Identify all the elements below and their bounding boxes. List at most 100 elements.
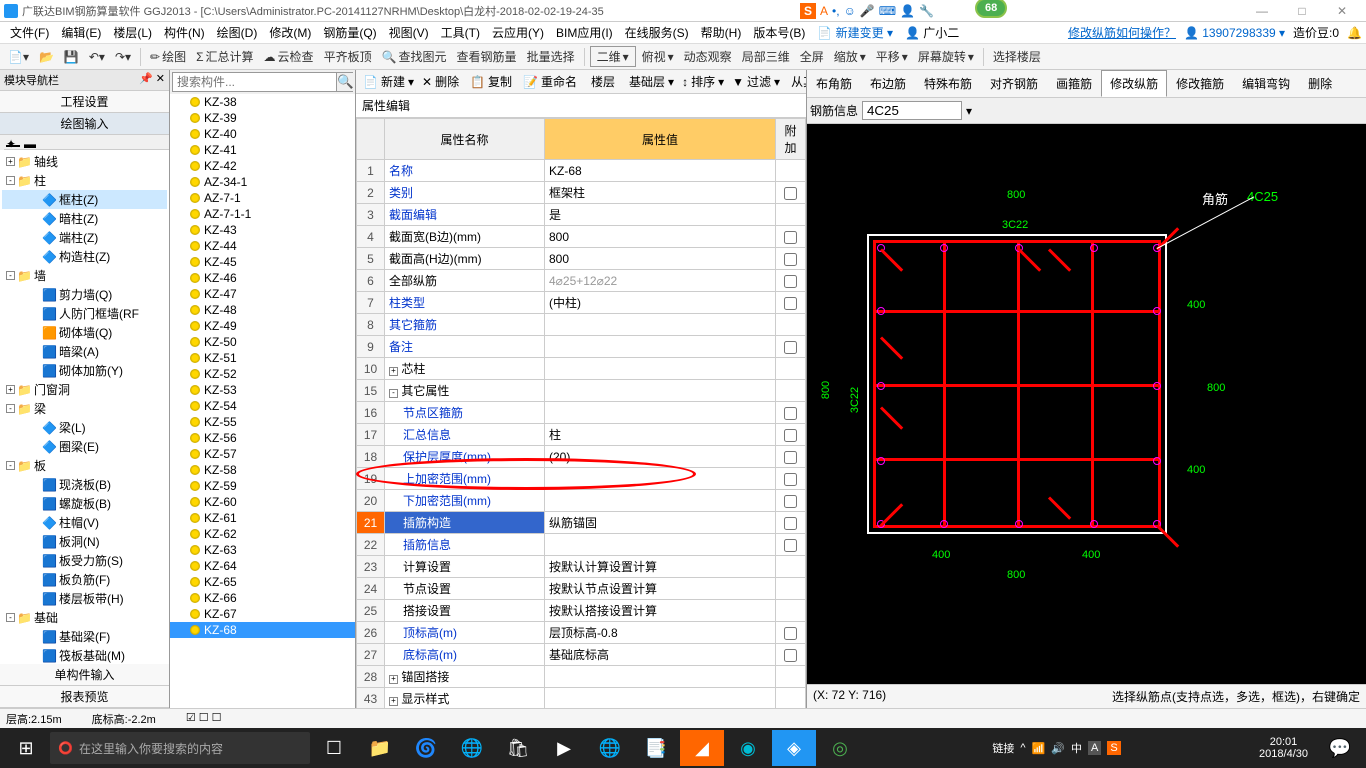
tb-bird[interactable]: 俯视 ▾ [638,46,678,67]
kz-item[interactable]: KZ-67 [170,606,355,622]
tb-batch[interactable]: 批量选择 [523,46,579,67]
tree-ring-beam[interactable]: 🔷 圈梁(E) [2,437,167,456]
tb-app1[interactable]: 🌀 [404,730,448,766]
tb-3d[interactable]: 局部三维 [738,46,794,67]
report-tab[interactable]: 报表预览 [0,686,169,708]
tb-flat[interactable]: 平齐板顶 [320,46,376,67]
tb-ie[interactable]: 🌐 [588,730,632,766]
tree-frame-col[interactable]: 🔷 框柱(Z) [2,190,167,209]
prop-val[interactable] [545,402,776,424]
tree-door[interactable]: +📁 门窗洞 [2,380,167,399]
menu-bim[interactable]: BIM应用(I) [550,24,619,41]
tb-app7[interactable]: ◎ [818,730,862,766]
prop-attach[interactable] [776,270,806,292]
prop-attach[interactable] [776,358,806,380]
search-input[interactable] [173,73,336,91]
kz-item[interactable]: KZ-65 [170,574,355,590]
kz-list[interactable]: KZ-38KZ-39KZ-40KZ-41KZ-42AZ-34-1AZ-7-1AZ… [170,94,355,708]
tree-dark-beam[interactable]: 🟦 暗梁(A) [2,342,167,361]
tb-dyn[interactable]: 动态观察 [680,46,736,67]
prop-val[interactable] [545,336,776,358]
tb-2d[interactable]: 二维 ▾ [590,46,636,67]
kz-item[interactable]: KZ-62 [170,526,355,542]
tree-shear[interactable]: 🟦 剪力墙(Q) [2,285,167,304]
start-button[interactable]: ⊞ [4,730,48,766]
ct-rename[interactable]: 📝重命名 [520,73,583,90]
kz-item[interactable]: KZ-43 [170,222,355,238]
tree-end-col[interactable]: 🔷 端柱(Z) [2,228,167,247]
prop-attach[interactable] [776,314,806,336]
ct-filter[interactable]: ▼过滤▾ [729,73,783,90]
ct-del[interactable]: ✕删除 [419,73,465,90]
kz-item[interactable]: KZ-68 [170,622,355,638]
prop-attach[interactable] [776,160,806,182]
prop-attach[interactable] [776,600,806,622]
tb-app4[interactable]: ◢ [680,730,724,766]
ime-kb[interactable]: ⌨ [879,4,896,18]
menu-modify[interactable]: 修改(M) [263,24,317,41]
prop-val[interactable]: 层顶标高-0.8 [545,622,776,644]
menu-rebar[interactable]: 钢筋量(Q) [317,24,382,41]
prop-name[interactable]: 其它箍筋 [385,314,545,336]
prop-val[interactable]: 800 [545,248,776,270]
account-label[interactable]: 👤 13907298339 ▾ [1184,26,1285,40]
prop-val[interactable] [545,468,776,490]
prop-attach[interactable] [776,402,806,424]
prop-attach[interactable] [776,490,806,512]
ime-a[interactable]: A [820,4,828,18]
kz-item[interactable]: KZ-39 [170,110,355,126]
sel-icons[interactable]: ☑ ☐ ☐ [186,711,222,726]
rebar-tab[interactable]: 特殊布筋 [915,70,981,97]
maximize-button[interactable]: □ [1282,4,1322,18]
single-input-tab[interactable]: 单构件输入 [0,664,169,686]
rebar-tab[interactable]: 修改箍筋 [1167,70,1233,97]
tree-column[interactable]: -📁 柱 [2,171,167,190]
tree-raft[interactable]: 🟦 筏板基础(M) [2,646,167,664]
kz-item[interactable]: AZ-7-1 [170,190,355,206]
help-tip-link[interactable]: 修改纵筋如何操作？ [1068,24,1176,41]
prop-name[interactable]: + 锚固搭接 [385,666,545,688]
prop-name[interactable]: + 显示样式 [385,688,545,709]
prop-name[interactable]: 计算设置 [385,556,545,578]
kz-item[interactable]: KZ-55 [170,414,355,430]
kz-item[interactable]: KZ-40 [170,126,355,142]
prop-val[interactable]: 是 [545,204,776,226]
tb-app6[interactable]: ◈ [772,730,816,766]
close-button[interactable]: ✕ [1322,4,1362,18]
new-change-button[interactable]: 📄 新建变更 ▾ [811,24,899,41]
prop-val[interactable]: 4⌀25+12⌀22 [545,270,776,292]
tree-cast-slab[interactable]: 🟦 现浇板(B) [2,475,167,494]
prop-name[interactable]: 插筋信息 [385,534,545,556]
menu-version[interactable]: 版本号(B) [747,24,811,41]
taskbar-search[interactable]: ⭕ 在这里输入你要搜索的内容 [50,732,310,764]
prop-val[interactable]: 800 [545,226,776,248]
kz-item[interactable]: KZ-50 [170,334,355,350]
menu-draw[interactable]: 绘图(D) [211,24,264,41]
kz-item[interactable]: KZ-41 [170,142,355,158]
kz-item[interactable]: AZ-34-1 [170,174,355,190]
prop-val[interactable] [545,490,776,512]
kz-item[interactable]: KZ-38 [170,94,355,110]
minimize-button[interactable]: — [1242,4,1282,18]
prop-attach[interactable] [776,380,806,402]
prop-val[interactable]: 按默认计算设置计算 [545,556,776,578]
prop-name[interactable]: 插筋构造 [385,512,545,534]
prop-val[interactable]: 按默认搭接设置计算 [545,600,776,622]
prop-name[interactable]: 顶标高(m) [385,622,545,644]
rebar-tab[interactable]: 画箍筋 [1047,70,1101,97]
prop-attach[interactable] [776,446,806,468]
prop-attach[interactable] [776,666,806,688]
tray-up[interactable]: ^ [1020,742,1025,754]
tree-found-beam[interactable]: 🟦 基础梁(F) [2,627,167,646]
component-tree[interactable]: +📁 轴线 -📁 柱 🔷 框柱(Z) 🔷 暗柱(Z) 🔷 端柱(Z) 🔷 构造柱… [0,150,169,664]
tb-save[interactable]: 💾 [60,48,83,66]
tb-full[interactable]: 全屏 [796,46,828,67]
ct-copy-from[interactable]: 从其他楼层复制构件 [785,73,806,90]
ime-dot[interactable]: •, [832,4,840,18]
ct-floor[interactable]: 楼层 [585,73,621,90]
prop-val[interactable]: 柱 [545,424,776,446]
tree-slab-grp[interactable]: -📁 板 [2,456,167,475]
prop-name[interactable]: 保护层厚度(mm) [385,446,545,468]
prop-val[interactable] [545,666,776,688]
tree-wall[interactable]: -📁 墙 [2,266,167,285]
